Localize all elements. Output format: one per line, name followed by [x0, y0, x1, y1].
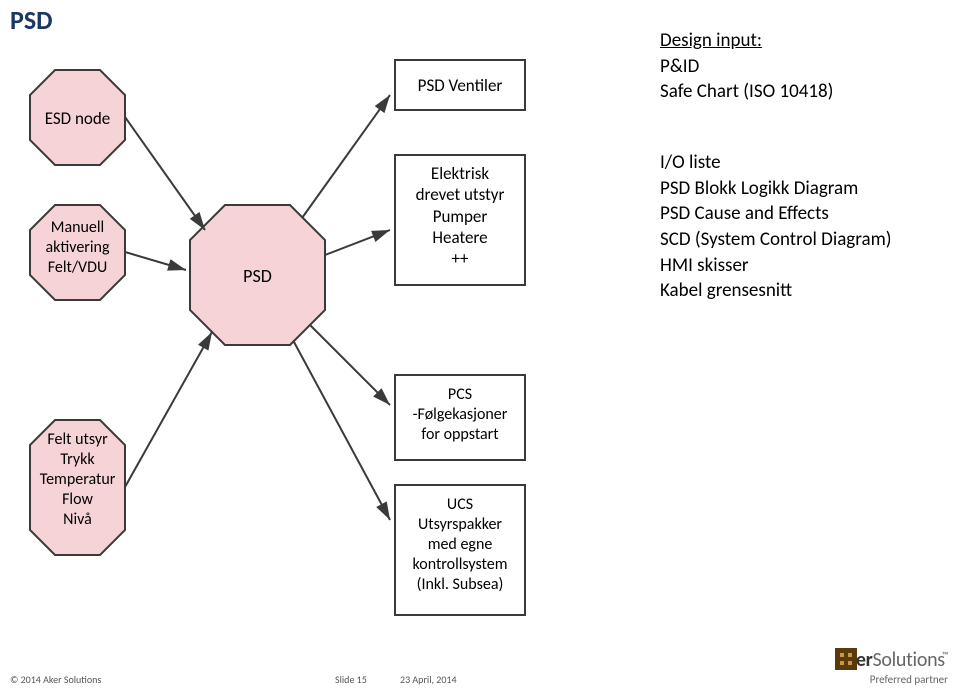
output-item: PSD Blokk Logikk Diagram [660, 176, 892, 202]
psd-center-label: PSD [190, 265, 325, 288]
pcs-label: PCS -Følgekasjoner for oppstart [395, 385, 525, 445]
design-item: P&ID [660, 54, 833, 80]
felt-utsyr-label: Felt utsyr Trykk Temperatur Flow Nivå [15, 430, 140, 530]
logo-icon [835, 648, 857, 670]
arrow-psd-ucs [294, 342, 390, 520]
footer-slide: Slide 15 [335, 673, 367, 686]
manuell-label: Manuell aktivering Felt/VDU [15, 218, 140, 278]
output-item: SCD (System Control Diagram) [660, 227, 892, 253]
footer-preferred: Preferred partner [870, 673, 948, 686]
output-item: Kabel grensesnitt [660, 278, 892, 304]
arrow-psd-elektrisk [325, 230, 390, 255]
design-input-block: Design input: P&ID Safe Chart (ISO 10418… [660, 28, 833, 105]
arrow-psd-ventiler [302, 95, 390, 218]
arrow-esd-psd [125, 117, 205, 230]
elektrisk-label: Elektrisk drevet utstyr Pumper Heatere +… [395, 163, 525, 269]
design-heading: Design input: [660, 28, 833, 54]
outputs-block: I/O liste PSD Blokk Logikk Diagram PSD C… [660, 150, 892, 304]
design-item: Safe Chart (ISO 10418) [660, 79, 833, 105]
output-item: HMI skisser [660, 253, 892, 279]
esd-node-label: ESD node [40, 108, 115, 129]
aker-logo: AkerSolutions™ [835, 648, 948, 672]
psd-ventiler-label: PSD Ventiler [395, 75, 525, 96]
logo-tm: ™ [942, 650, 948, 661]
footer-copyright: © 2014 Aker Solutions [10, 673, 101, 686]
ucs-label: UCS Utsyrspakker med egne kontrollsystem… [395, 495, 525, 595]
output-item: PSD Cause and Effects [660, 201, 892, 227]
output-item: I/O liste [660, 150, 892, 176]
logo-brand-b: Solutions [873, 648, 945, 672]
footer-date: 23 April, 2014 [400, 673, 457, 686]
